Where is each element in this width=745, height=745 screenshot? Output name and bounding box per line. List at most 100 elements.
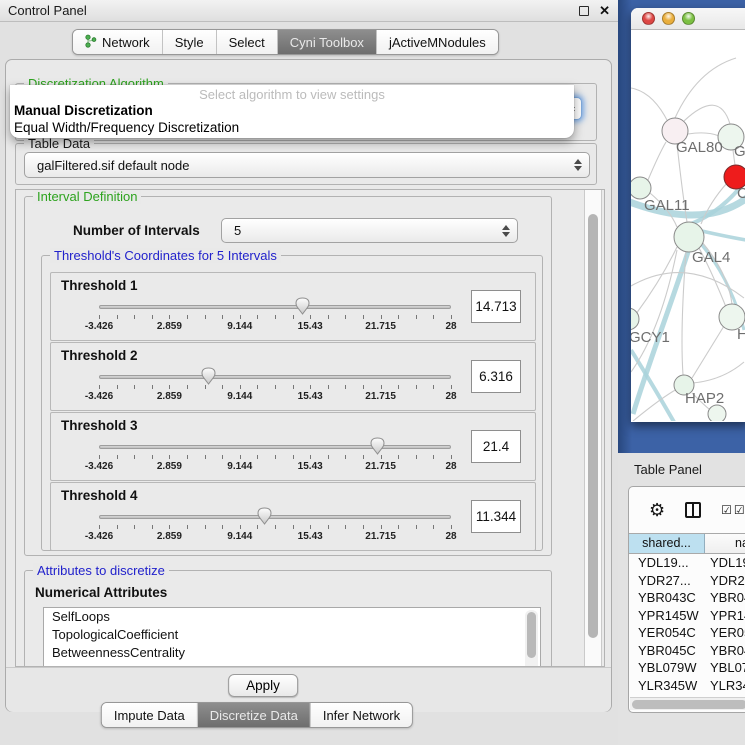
bottom-tab-infer-network[interactable]: Infer Network xyxy=(310,703,412,727)
threshold-slider-2[interactable]: -3.4262.8599.14415.4321.71528 xyxy=(71,365,471,409)
table-row[interactable]: YBR045CYBR045C xyxy=(629,642,745,660)
table-row[interactable]: YBR043CYBR043C xyxy=(629,589,745,607)
network-canvas[interactable]: GAL80GCGAL11GAL4GCY1HHAP2 xyxy=(631,30,745,421)
tick-mark xyxy=(222,455,223,459)
dropdown-option-equal-width-frequency[interactable]: Equal Width/Frequency Discretization xyxy=(10,119,574,136)
dropdown-option-manual-discretization[interactable]: Manual Discretization xyxy=(10,102,574,119)
zoom-traffic-light-icon[interactable] xyxy=(682,12,695,25)
tick-mark xyxy=(117,525,118,529)
tick-mark xyxy=(134,315,135,319)
tick-mark xyxy=(205,455,206,459)
select-columns-icon[interactable]: ☑☑ xyxy=(721,503,745,517)
threshold-slider-1[interactable]: -3.4262.8599.14415.4321.71528 xyxy=(71,295,471,339)
tick-mark xyxy=(187,455,188,459)
network-node[interactable] xyxy=(631,177,651,199)
tab-cyni-toolbox[interactable]: Cyni Toolbox xyxy=(277,30,376,54)
slider-thumb[interactable] xyxy=(201,367,216,385)
num-intervals-spinner[interactable]: 5 xyxy=(221,218,518,243)
bottom-tab-impute-data[interactable]: Impute Data xyxy=(102,703,197,727)
tick-mark xyxy=(275,455,276,459)
cell-shared-name: YBR043C xyxy=(629,589,705,607)
close-traffic-light-icon[interactable] xyxy=(642,12,655,25)
slider-ticks xyxy=(99,315,451,320)
combo-stepper-icon[interactable] xyxy=(574,159,582,171)
table-row[interactable]: YER054CYER054C xyxy=(629,624,745,642)
minimize-traffic-light-icon[interactable] xyxy=(662,12,675,25)
columns-icon[interactable] xyxy=(685,502,701,518)
threshold-value-field[interactable]: 21.4 xyxy=(471,430,521,463)
apply-button[interactable]: Apply xyxy=(228,674,298,697)
threshold-value-field[interactable]: 14.713 xyxy=(471,290,521,323)
network-edge xyxy=(648,142,666,180)
threshold-panel-4: Threshold 4-3.4262.8599.14415.4321.71528… xyxy=(50,482,536,551)
tick-label: 28 xyxy=(445,531,456,542)
slider-thumb[interactable] xyxy=(257,507,272,525)
column-header-name[interactable]: na xyxy=(705,534,745,553)
table-row[interactable]: YDR27...YDR27... xyxy=(629,572,745,590)
tick-mark xyxy=(117,385,118,389)
table-hscrollbar-thumb[interactable] xyxy=(632,700,745,709)
tab-jactivemnodules[interactable]: jActiveMNodules xyxy=(376,30,498,54)
attribute-item-topologicalcoefficient[interactable]: TopologicalCoefficient xyxy=(44,626,540,644)
table-row[interactable]: YBL079WYBL079W xyxy=(629,659,745,677)
tab-select[interactable]: Select xyxy=(216,30,277,54)
tick-mark xyxy=(398,315,399,319)
attribute-item-selfloops[interactable]: SelfLoops xyxy=(44,608,540,626)
table-data-combo[interactable]: galFiltered.sif default node xyxy=(24,152,590,178)
threshold-slider-3[interactable]: -3.4262.8599.14415.4321.71528 xyxy=(71,435,471,479)
table-panel: Table Panel ☑☑ shared... na YDL19...YDL1… xyxy=(618,453,745,745)
slider-thumb[interactable] xyxy=(370,437,385,455)
tick-mark xyxy=(398,455,399,459)
tick-mark xyxy=(293,455,294,459)
slider-track[interactable] xyxy=(99,445,451,449)
tick-mark xyxy=(363,315,364,319)
network-node-label: GAL80 xyxy=(676,139,723,156)
panel-scrollbar-thumb[interactable] xyxy=(588,214,598,638)
tick-mark xyxy=(169,385,170,389)
column-header-shared-name[interactable]: shared... xyxy=(629,534,705,553)
slider-thumb[interactable] xyxy=(295,297,310,315)
tick-mark xyxy=(205,315,206,319)
tick-label: 2.859 xyxy=(157,391,182,402)
tick-mark xyxy=(205,525,206,529)
close-icon[interactable]: ✕ xyxy=(599,6,610,16)
network-node-label: H xyxy=(737,326,745,343)
table-row[interactable]: YLR345WYLR345W xyxy=(629,677,745,695)
table-data-group: Table Data galFiltered.sif default node xyxy=(15,143,597,185)
threshold-slider-4[interactable]: -3.4262.8599.14415.4321.71528 xyxy=(71,505,471,549)
float-window-icon[interactable] xyxy=(579,6,589,16)
tick-mark xyxy=(222,525,223,529)
slider-track[interactable] xyxy=(99,515,451,519)
attribute-item-betweennesscentrality[interactable]: BetweennessCentrality xyxy=(44,644,540,662)
network-edge xyxy=(684,105,730,124)
tab-style[interactable]: Style xyxy=(162,30,216,54)
slider-track[interactable] xyxy=(99,305,451,309)
threshold-value-field[interactable]: 11.344 xyxy=(471,500,521,533)
panel-scrollbar[interactable] xyxy=(584,190,602,666)
spinner-stepper-icon[interactable] xyxy=(502,225,510,237)
table-row[interactable]: YDL19...YDL19... xyxy=(629,554,745,572)
gear-icon[interactable] xyxy=(649,500,665,521)
thresholds-group-title: Threshold's Coordinates for 5 Intervals xyxy=(50,248,281,263)
list-scrollbar[interactable] xyxy=(525,610,538,667)
tick-label: 15.43 xyxy=(298,321,323,332)
tab-network[interactable]: Network xyxy=(73,30,162,54)
threshold-value-field[interactable]: 6.316 xyxy=(471,360,521,393)
tick-mark xyxy=(99,315,100,319)
tick-mark xyxy=(345,385,346,389)
table-hscrollbar[interactable] xyxy=(630,697,745,710)
tick-mark xyxy=(293,315,294,319)
slider-track[interactable] xyxy=(99,375,451,379)
cell-name: YLR345W xyxy=(705,677,745,695)
tick-label: 9.144 xyxy=(227,321,252,332)
network-window: GAL80GCGAL11GAL4GCY1HHAP2 xyxy=(631,8,745,422)
network-node[interactable] xyxy=(708,405,726,421)
slider-tick-labels: -3.4262.8599.14415.4321.71528 xyxy=(99,531,451,543)
tick-mark xyxy=(240,315,241,319)
network-node[interactable] xyxy=(674,222,704,252)
table-row[interactable]: YPR145WYPR145W xyxy=(629,607,745,625)
bottom-tab-discretize-data[interactable]: Discretize Data xyxy=(197,703,310,727)
network-node-label: GCY1 xyxy=(631,329,670,346)
network-icon xyxy=(85,34,97,51)
table-toolbar: ☑☑ xyxy=(629,487,745,533)
